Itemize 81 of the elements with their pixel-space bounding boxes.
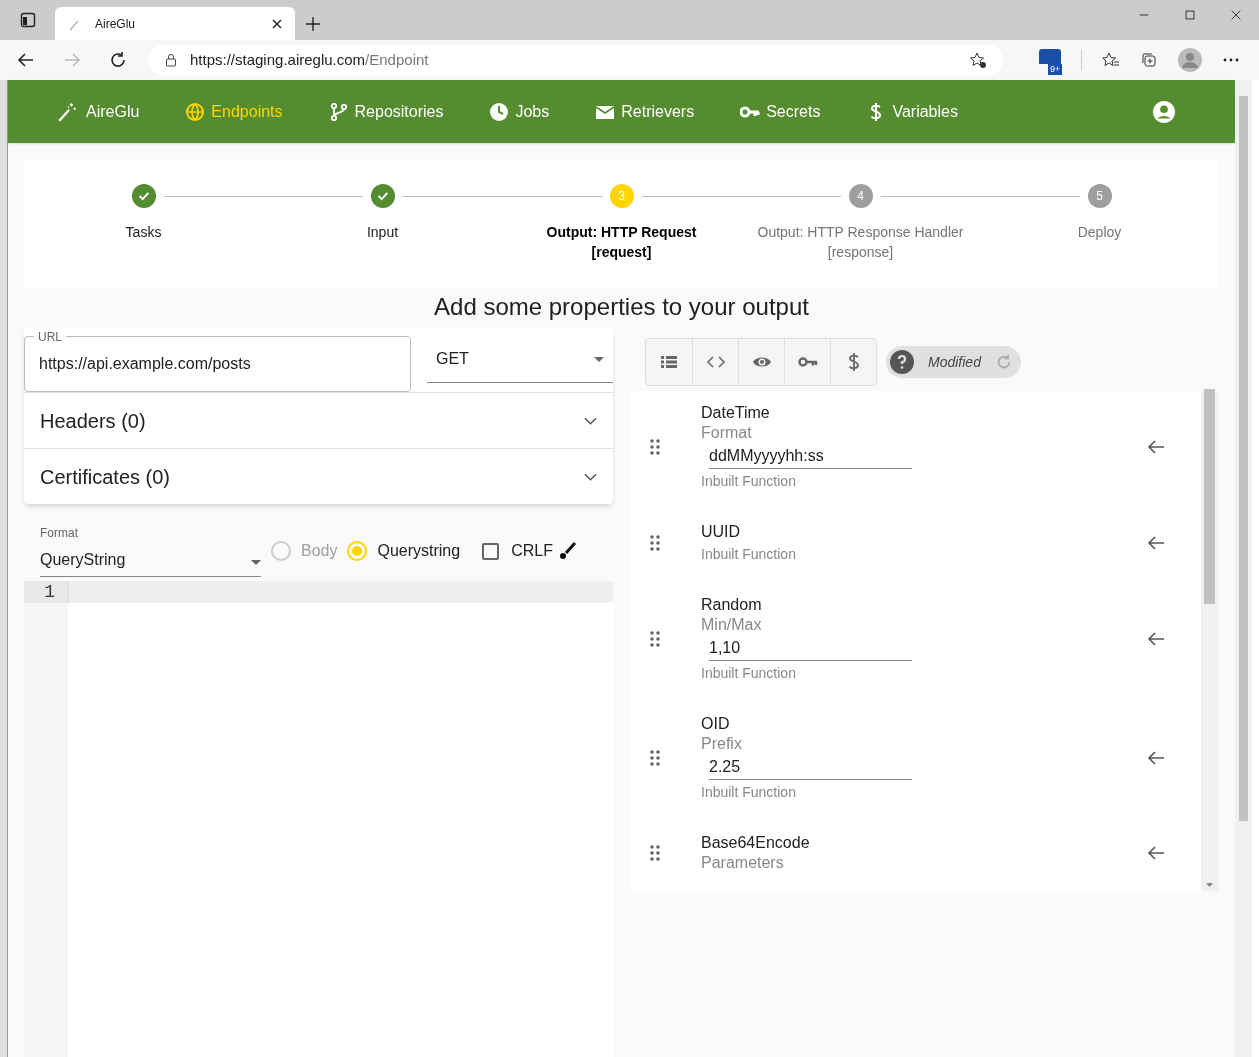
step-indicator: 4 — [848, 184, 873, 208]
profile-icon[interactable] — [1178, 48, 1202, 72]
step-label: Output: HTTP Response Handler — [757, 223, 964, 242]
close-icon[interactable] — [1229, 8, 1243, 22]
parameter-label: Prefix — [701, 734, 743, 754]
section-heading: Add some properties to your output — [433, 292, 810, 322]
globe-icon — [185, 101, 206, 122]
drag-handle-icon[interactable] — [649, 437, 661, 456]
property-name: UUID — [701, 522, 742, 542]
clock-icon — [489, 101, 510, 122]
step-sublabel: [request] — [591, 243, 652, 262]
arrow-left-icon[interactable] — [1147, 533, 1165, 552]
nav-link[interactable]: Retrievers — [595, 99, 695, 124]
status-chip[interactable]: Modified — [886, 346, 1021, 378]
parameter-input[interactable]: 2.25 — [709, 754, 912, 780]
tab-actions-icon[interactable] — [19, 12, 36, 28]
brand-name[interactable]: AireGlu — [86, 99, 140, 124]
step-label: Tasks — [125, 223, 162, 242]
expansion-panel-header[interactable]: Headers (0) — [24, 392, 613, 448]
wand-icon — [56, 100, 78, 123]
step-label: Deploy — [1077, 223, 1122, 242]
extension-badge: 9+ — [1048, 64, 1063, 75]
expansion-panel-header[interactable]: Certificates (0) — [24, 448, 613, 504]
drag-handle-icon[interactable] — [649, 844, 661, 862]
property-name: DateTime — [701, 403, 771, 423]
lock-icon — [164, 53, 178, 67]
parameter-label: Format — [701, 423, 753, 443]
collections-icon[interactable] — [1140, 51, 1158, 69]
reload-icon[interactable] — [108, 50, 128, 70]
property-name: Base64Encode — [701, 833, 811, 853]
step-label: Input — [366, 223, 399, 242]
favorites-icon[interactable] — [1102, 51, 1120, 69]
code-editor[interactable]: 1 — [24, 581, 613, 1057]
arrow-left-icon[interactable] — [1147, 437, 1165, 456]
format-select[interactable]: Format QueryString — [40, 524, 261, 577]
chevron-down-icon — [584, 472, 597, 481]
arrow-left-icon[interactable] — [1147, 629, 1165, 648]
step-indicator: 3 — [609, 184, 634, 208]
step-sublabel: [response] — [827, 243, 894, 262]
step-label: Output: HTTP Request — [546, 223, 697, 242]
list-scrollbar[interactable] — [1201, 391, 1218, 891]
browser-tab[interactable]: AireGlu — [55, 7, 295, 40]
property-note: Inbuilt Function — [701, 664, 797, 682]
nav-link[interactable]: Repositories — [328, 99, 444, 124]
drag-handle-icon[interactable] — [649, 748, 661, 767]
property-note: Inbuilt Function — [701, 783, 797, 801]
dropdown-caret-icon — [594, 356, 604, 362]
property-name: OID — [701, 714, 731, 734]
nav-link[interactable]: Jobs — [489, 99, 550, 124]
close-icon[interactable] — [271, 17, 283, 30]
arrow-left-icon[interactable] — [1147, 844, 1165, 862]
crlf-checkbox[interactable]: CRLF — [482, 539, 553, 563]
chevron-down-icon — [584, 416, 597, 425]
step-indicator: 5 — [1087, 184, 1112, 208]
branch-icon — [328, 101, 349, 122]
favorite-add-icon[interactable] — [969, 51, 987, 69]
property-note: Inbuilt Function — [701, 545, 797, 563]
parameter-input[interactable]: 1,10 — [709, 635, 912, 661]
url-text: https://staging.aireglu.com/Endpoint — [190, 49, 430, 70]
drag-handle-icon[interactable] — [649, 629, 661, 648]
parameter-label: Min/Max — [701, 615, 763, 635]
address-bar[interactable]: https://staging.aireglu.com/Endpoint — [148, 45, 1003, 75]
new-tab-icon[interactable] — [305, 15, 321, 32]
nav-link[interactable]: Secrets — [740, 99, 821, 124]
account-icon[interactable] — [1153, 100, 1175, 123]
tab-title: AireGlu — [95, 15, 136, 33]
property-note: Inbuilt Function — [701, 472, 797, 490]
nav-link[interactable]: Variables — [866, 99, 958, 124]
scroll-down-icon[interactable] — [1206, 883, 1213, 887]
line-number: 1 — [24, 581, 68, 603]
property-name: Random — [701, 595, 763, 615]
arrow-left-icon[interactable] — [1147, 748, 1165, 767]
dropdown-caret-icon — [251, 559, 261, 565]
maximize-icon[interactable] — [1183, 8, 1197, 22]
parameter-input[interactable]: ddMMyyyyhh:ss — [709, 443, 912, 469]
drag-handle-icon[interactable] — [649, 533, 661, 552]
method-select[interactable]: GET — [427, 336, 613, 383]
help-icon — [890, 350, 914, 374]
radio-option[interactable]: Querystring — [347, 539, 461, 563]
parameter-label: Parameters — [701, 853, 785, 873]
page-scrollbar[interactable] — [1235, 80, 1252, 1057]
